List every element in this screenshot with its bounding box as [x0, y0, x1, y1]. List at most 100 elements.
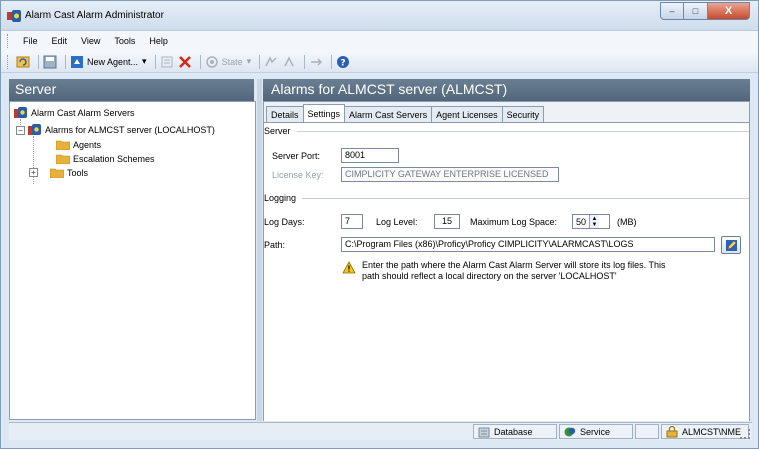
chevron-down-icon: ▾	[246, 56, 252, 66]
tree-item-label: Tools	[67, 167, 89, 178]
escalate-button[interactable]	[282, 55, 296, 69]
logging-group-title: Logging	[264, 193, 297, 203]
refresh-button[interactable]	[16, 55, 30, 69]
server-icon	[28, 124, 41, 135]
menu-tools[interactable]: Tools	[107, 36, 142, 46]
tree-server-label: Alarms for ALMCST server (LOCALHOST)	[45, 125, 215, 135]
server-port-label: Server Port:	[272, 151, 321, 161]
toolbar-separator	[154, 54, 156, 69]
tab-security[interactable]: Security	[501, 106, 545, 122]
server-group-title: Server	[264, 126, 291, 136]
details-pane: Details Settings Alarm Cast Servers Agen…	[263, 101, 750, 421]
properties-button[interactable]	[160, 55, 174, 69]
tree-root-label: Alarm Cast Alarm Servers	[31, 108, 135, 118]
path-help-line1: Enter the path where the Alarm Cast Alar…	[362, 260, 666, 270]
menu-file[interactable]: File	[16, 36, 45, 46]
status-empty-panel	[635, 424, 659, 439]
tab-alarm-cast-servers[interactable]: Alarm Cast Servers	[344, 106, 433, 122]
refresh-icon	[16, 56, 30, 67]
log-level-field[interactable]: 15	[434, 214, 460, 229]
warning-icon	[342, 261, 356, 274]
database-icon	[478, 427, 490, 437]
tree-item-tools[interactable]: + Tools	[29, 167, 88, 178]
tab-agent-licenses[interactable]: Agent Licenses	[431, 106, 503, 122]
browse-path-button[interactable]	[721, 236, 741, 254]
toolbar-separator	[259, 54, 261, 69]
minimize-icon: –	[669, 6, 675, 16]
properties-icon	[161, 56, 173, 67]
max-log-space-label: Maximum Log Space:	[470, 217, 558, 227]
menu-edit[interactable]: Edit	[45, 36, 75, 46]
menu-help[interactable]: Help	[142, 36, 175, 46]
close-button[interactable]: X	[708, 2, 750, 20]
server-pane-header: Server	[9, 79, 254, 101]
title-bar[interactable]: Alarm Cast Alarm Administrator – □ X	[1, 1, 758, 31]
log-level-label: Log Level:	[376, 217, 418, 227]
settings-tab-body: Server Server Port: 8001 License Key: CI…	[264, 122, 749, 421]
menu-view[interactable]: View	[74, 36, 107, 46]
status-service: Service	[559, 424, 633, 439]
status-database: Database	[473, 424, 557, 439]
tab-settings[interactable]: Settings	[302, 104, 346, 122]
tree-item-escalation-schemes[interactable]: Escalation Schemes	[56, 153, 155, 164]
state-label: State	[221, 56, 243, 67]
server-group: Server	[264, 126, 749, 136]
state-button[interactable]: State ▾	[205, 55, 252, 69]
maximize-button[interactable]: □	[684, 2, 708, 20]
chevron-down-icon: ▾	[142, 56, 147, 66]
close-icon: X	[724, 5, 733, 17]
minimize-button[interactable]: –	[660, 2, 684, 20]
resize-grip[interactable]	[740, 429, 750, 439]
pane-splitter[interactable]	[257, 79, 262, 421]
tree-item-label: Agents	[73, 139, 102, 150]
new-agent-button[interactable]: New Agent... ▾	[70, 55, 147, 69]
help-button[interactable]: ?	[336, 55, 350, 69]
max-log-space-unit: (MB)	[617, 217, 637, 227]
server-port-field[interactable]: 8001	[341, 148, 399, 163]
tree-item-label: Escalation Schemes	[73, 153, 155, 164]
spinner-arrows-icon[interactable]: ▲ ▼	[589, 215, 600, 228]
state-icon	[205, 55, 218, 68]
new-agent-icon	[71, 55, 83, 68]
status-user: ALMCST\NME	[661, 424, 749, 439]
log-days-label: Log Days:	[264, 217, 305, 227]
new-agent-label: New Agent...	[87, 56, 139, 67]
save-button[interactable]	[43, 55, 57, 69]
tree-item-agents[interactable]: Agents	[56, 139, 101, 150]
app-window: Alarm Cast Alarm Administrator – □ X Fil…	[0, 0, 759, 449]
status-database-label: Database	[494, 426, 533, 437]
toolbar: New Agent... ▾ State ▾ ?	[1, 51, 758, 73]
save-icon	[43, 55, 57, 68]
expand-icon[interactable]: +	[29, 168, 38, 177]
max-log-space-spinner[interactable]: 50 ▲ ▼	[572, 214, 610, 229]
log-path-field[interactable]: C:\Program Files (x86)\Proficy\Proficy C…	[341, 237, 715, 252]
toolbar-separator	[304, 54, 306, 69]
toolbar-grip	[7, 54, 10, 69]
collapse-icon[interactable]: −	[16, 125, 25, 135]
max-log-space-value: 50	[576, 216, 587, 227]
connect-button[interactable]	[309, 55, 323, 69]
acknowledge-icon	[265, 55, 277, 66]
log-days-field[interactable]: 7	[341, 214, 363, 229]
toolbar-separator	[38, 54, 39, 69]
server-tree[interactable]: Alarm Cast Alarm Servers − Alarms for AL…	[9, 101, 256, 420]
edit-pencil-icon	[725, 239, 737, 251]
menu-bar: File Edit View Tools Help	[1, 31, 758, 51]
delete-button[interactable]	[178, 55, 192, 69]
folder-icon	[56, 140, 70, 150]
app-icon	[7, 10, 21, 22]
svg-text:?: ?	[340, 58, 345, 68]
delete-icon	[178, 55, 191, 68]
tree-root[interactable]: Alarm Cast Alarm Servers	[14, 107, 135, 119]
tab-strip: Details Settings Alarm Cast Servers Agen…	[266, 104, 545, 122]
details-pane-header: Alarms for ALMCST server (ALMCST)	[263, 79, 750, 101]
window-title: Alarm Cast Alarm Administrator	[25, 10, 164, 21]
tree-server-node[interactable]: − Alarms for ALMCST server (LOCALHOST)	[16, 124, 215, 136]
tab-details[interactable]: Details	[266, 106, 304, 122]
path-label: Path:	[264, 240, 286, 250]
status-bar: Database Service ALMCST\NME	[9, 422, 752, 440]
acknowledge-button[interactable]	[264, 55, 278, 69]
folder-icon	[50, 168, 64, 178]
maximize-icon: □	[692, 6, 699, 16]
service-icon	[564, 427, 576, 436]
